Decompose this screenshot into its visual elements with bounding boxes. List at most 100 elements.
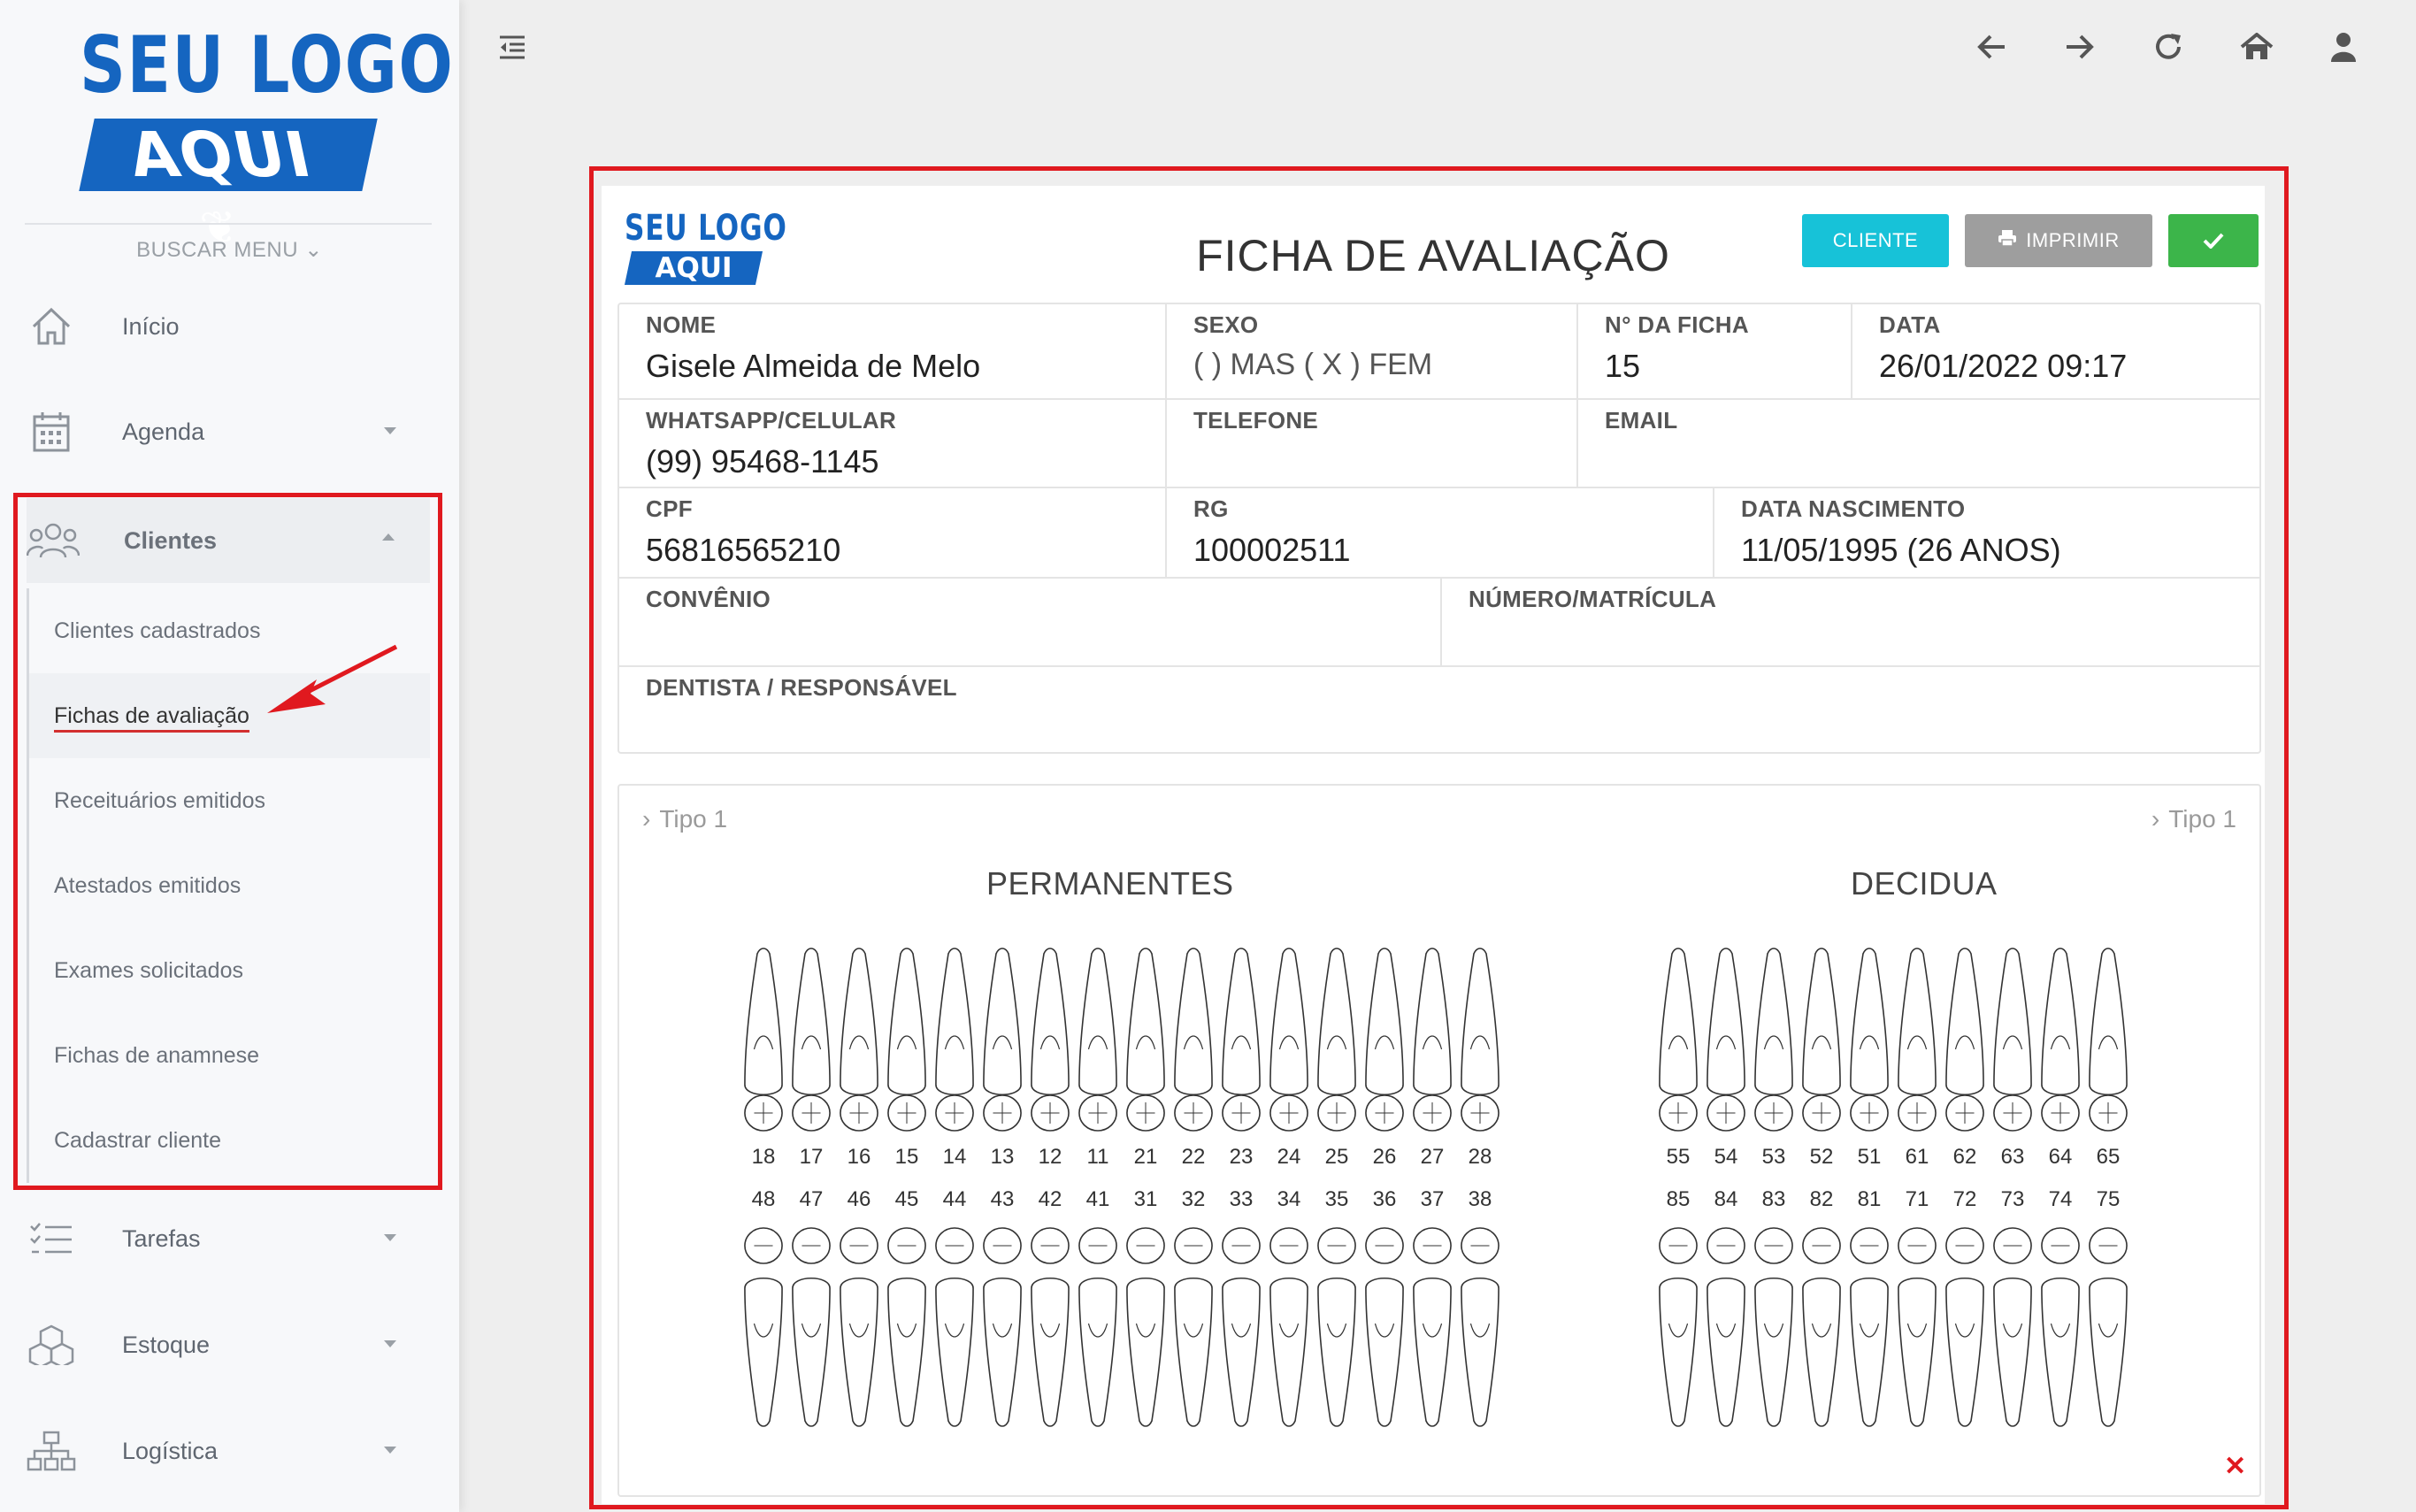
tooth-upper-occlusal-61[interactable] [1898,1094,1937,1132]
tooth-upper-occlusal-28[interactable] [1461,1094,1499,1132]
tooth-upper-occlusal-64[interactable] [2041,1094,2080,1132]
tipo-selector-right[interactable]: › Tipo 1 [2151,805,2236,833]
tooth-lower-occlusal-48[interactable] [744,1227,783,1264]
submenu-item-exames[interactable]: Exames solicitados [27,928,430,1013]
home-icon[interactable] [2236,27,2277,67]
tooth-lower-31[interactable] [1126,1278,1165,1427]
tooth-upper-occlusal-27[interactable] [1413,1094,1452,1132]
tooth-lower-34[interactable] [1269,1278,1308,1427]
tooth-lower-73[interactable] [1993,1278,2032,1427]
confirm-button[interactable] [2168,214,2259,267]
tooth-lower-38[interactable] [1461,1278,1499,1427]
tooth-number[interactable]: 15 [895,1145,919,1170]
tooth-lower-36[interactable] [1365,1278,1404,1427]
tipo-selector-left[interactable]: › Tipo 1 [642,805,727,833]
tooth-number[interactable]: 52 [1810,1145,1834,1170]
tooth-number[interactable]: 37 [1421,1187,1445,1212]
tooth-lower-occlusal-83[interactable] [1754,1227,1793,1264]
menu-item-tarefas[interactable]: Tarefas [25,1199,432,1278]
tooth-number[interactable]: 63 [2001,1145,2025,1170]
tooth-number[interactable]: 64 [2049,1145,2073,1170]
tooth-number[interactable]: 23 [1230,1145,1254,1170]
tooth-upper-occlusal-25[interactable] [1317,1094,1356,1132]
menu-item-estoque[interactable]: Estoque [25,1305,432,1385]
tooth-upper-65[interactable] [2089,948,2128,1095]
tooth-number[interactable]: 28 [1469,1145,1492,1170]
tooth-number[interactable]: 36 [1373,1187,1397,1212]
tooth-lower-occlusal-71[interactable] [1898,1227,1937,1264]
tooth-lower-occlusal-73[interactable] [1993,1227,2032,1264]
buscar-menu-toggle[interactable]: BUSCAR MENU ⌄ [0,237,459,263]
tooth-lower-75[interactable] [2089,1278,2128,1427]
tooth-upper-occlusal-54[interactable] [1707,1094,1745,1132]
tooth-number[interactable]: 73 [2001,1187,2025,1212]
tooth-lower-47[interactable] [792,1278,831,1427]
tooth-upper-occlusal-53[interactable] [1754,1094,1793,1132]
tooth-upper-14[interactable] [935,948,974,1095]
close-icon[interactable]: ✕ [2224,1451,2246,1482]
tooth-lower-32[interactable] [1174,1278,1213,1427]
tooth-lower-occlusal-34[interactable] [1269,1227,1308,1264]
tooth-lower-72[interactable] [1945,1278,1984,1427]
tooth-number[interactable]: 26 [1373,1145,1397,1170]
tooth-lower-46[interactable] [840,1278,878,1427]
tooth-number[interactable]: 16 [848,1145,871,1170]
tooth-lower-occlusal-75[interactable] [2089,1227,2128,1264]
tooth-number[interactable]: 62 [1953,1145,1977,1170]
tooth-upper-occlusal-63[interactable] [1993,1094,2032,1132]
tooth-number[interactable]: 61 [1906,1145,1929,1170]
tooth-upper-occlusal-52[interactable] [1802,1094,1841,1132]
tooth-lower-48[interactable] [744,1278,783,1427]
submenu-item-atestados[interactable]: Atestados emitidos [27,843,430,928]
tooth-number[interactable]: 25 [1325,1145,1349,1170]
tooth-upper-17[interactable] [792,948,831,1095]
tooth-upper-63[interactable] [1993,948,2032,1095]
tooth-lower-occlusal-36[interactable] [1365,1227,1404,1264]
refresh-icon[interactable] [2148,27,2189,67]
tooth-lower-occlusal-44[interactable] [935,1227,974,1264]
tooth-number[interactable]: 46 [848,1187,871,1212]
tooth-upper-occlusal-62[interactable] [1945,1094,1984,1132]
tooth-lower-85[interactable] [1659,1278,1698,1427]
tooth-upper-21[interactable] [1126,948,1165,1095]
tooth-upper-occlusal-16[interactable] [840,1094,878,1132]
sidebar-logo[interactable]: SEU LOGO AQUI ❦ [79,27,453,253]
tooth-number[interactable]: 44 [943,1187,967,1212]
tooth-number[interactable]: 35 [1325,1187,1349,1212]
menu-item-inicio[interactable]: Início [25,287,432,366]
tooth-lower-occlusal-38[interactable] [1461,1227,1499,1264]
tooth-number[interactable]: 32 [1182,1187,1206,1212]
tooth-number[interactable]: 43 [991,1187,1015,1212]
imprimir-button[interactable]: IMPRIMIR [1965,214,2152,267]
tooth-upper-occlusal-26[interactable] [1365,1094,1404,1132]
tooth-number[interactable]: 72 [1953,1187,1977,1212]
back-arrow-icon[interactable] [1971,27,2012,67]
tooth-upper-occlusal-55[interactable] [1659,1094,1698,1132]
tooth-upper-occlusal-18[interactable] [744,1094,783,1132]
tooth-lower-occlusal-42[interactable] [1031,1227,1070,1264]
tooth-number[interactable]: 41 [1086,1187,1110,1212]
tooth-lower-44[interactable] [935,1278,974,1427]
tooth-number[interactable]: 84 [1714,1187,1738,1212]
tooth-lower-41[interactable] [1078,1278,1117,1427]
tooth-number[interactable]: 51 [1858,1145,1882,1170]
tooth-upper-24[interactable] [1269,948,1308,1095]
menu-collapse-icon[interactable] [492,27,533,67]
user-icon[interactable] [2323,27,2364,67]
tooth-number[interactable]: 85 [1667,1187,1691,1212]
menu-item-agenda[interactable]: Agenda [25,392,432,472]
tooth-lower-occlusal-47[interactable] [792,1227,831,1264]
tooth-lower-occlusal-41[interactable] [1078,1227,1117,1264]
tooth-lower-occlusal-46[interactable] [840,1227,878,1264]
tooth-number[interactable]: 42 [1039,1187,1062,1212]
tooth-upper-51[interactable] [1850,948,1889,1095]
tooth-upper-occlusal-17[interactable] [792,1094,831,1132]
tooth-lower-occlusal-45[interactable] [887,1227,926,1264]
tooth-upper-occlusal-14[interactable] [935,1094,974,1132]
tooth-lower-occlusal-43[interactable] [983,1227,1022,1264]
tooth-lower-33[interactable] [1222,1278,1261,1427]
tooth-number[interactable]: 14 [943,1145,967,1170]
menu-item-logistica[interactable]: Logística [25,1411,432,1491]
tooth-lower-occlusal-74[interactable] [2041,1227,2080,1264]
tooth-upper-occlusal-24[interactable] [1269,1094,1308,1132]
